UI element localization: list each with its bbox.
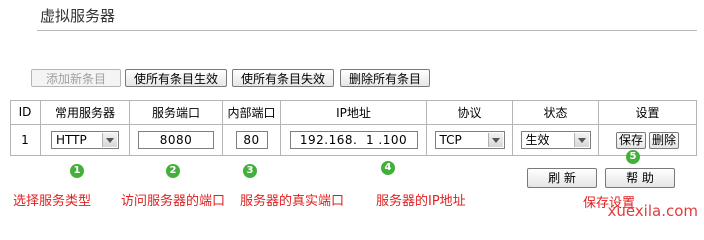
chevron-down-icon[interactable] — [487, 133, 503, 147]
row-status-cell: 生效 — [513, 125, 599, 156]
header-internal-port: 内部端口 — [223, 100, 281, 125]
annotation-service-type: 选择服务类型 — [13, 194, 92, 209]
annotation-ip-address: 服务器的IP地址 — [376, 194, 466, 209]
row-ip-cell: 192.168. 1 .100 — [281, 125, 427, 156]
protocol-select-value: TCP — [439, 133, 462, 147]
ip-address-input[interactable]: 192.168. 1 .100 — [289, 131, 418, 149]
row-internal-port-cell: 80 — [223, 125, 281, 156]
row-id-value: 1 — [21, 133, 29, 147]
page-title: 虚拟服务器 — [40, 7, 116, 25]
row-protocol-cell: TCP — [427, 125, 513, 156]
virtual-server-table: ID 常用服务器 服务端口 内部端口 IP地址 协议 状态 设置 1 HTTP … — [10, 100, 697, 156]
header-id: ID — [10, 100, 41, 125]
title-divider — [37, 30, 697, 31]
marker-3: 3 — [243, 164, 257, 178]
internal-port-input[interactable]: 80 — [235, 131, 268, 149]
row-service-port-cell: 8080 — [130, 125, 223, 156]
add-entry-button[interactable]: 添加新条目 — [31, 69, 121, 87]
marker-2: 2 — [166, 164, 180, 178]
annotation-real-port: 服务器的真实端口 — [240, 194, 345, 209]
header-ip-address: IP地址 — [281, 100, 427, 125]
header-protocol: 协议 — [427, 100, 513, 125]
service-select-value: HTTP — [56, 133, 87, 147]
save-button[interactable]: 保存 — [615, 131, 646, 149]
header-service-port: 服务端口 — [130, 100, 223, 125]
marker-5: 5 — [626, 150, 640, 164]
service-port-input[interactable]: 8080 — [138, 131, 214, 149]
chevron-down-icon[interactable] — [573, 133, 589, 147]
protocol-select[interactable]: TCP — [434, 131, 505, 149]
annotation-access-port: 访问服务器的端口 — [121, 194, 226, 209]
marker-1: 1 — [70, 164, 84, 178]
enable-all-button[interactable]: 使所有条目生效 — [125, 69, 227, 87]
status-select-value: 生效 — [525, 133, 550, 147]
marker-4: 4 — [381, 161, 395, 175]
service-select[interactable]: HTTP — [51, 131, 119, 149]
watermark: xuexila.com — [607, 202, 698, 220]
row-settings-cell: 保存 删除 — [599, 125, 697, 156]
header-common-service: 常用服务器 — [41, 100, 130, 125]
row-service-cell: HTTP — [41, 125, 130, 156]
row-id: 1 — [10, 125, 41, 156]
chevron-down-icon[interactable] — [102, 133, 117, 147]
status-select[interactable]: 生效 — [520, 131, 591, 149]
header-status: 状态 — [513, 100, 599, 125]
help-button[interactable]: 帮 助 — [605, 168, 675, 188]
refresh-button[interactable]: 刷 新 — [527, 168, 597, 188]
disable-all-button[interactable]: 使所有条目失效 — [232, 69, 334, 87]
delete-button[interactable]: 删除 — [649, 131, 680, 149]
delete-all-button[interactable]: 删除所有条目 — [340, 69, 430, 87]
header-settings: 设置 — [599, 100, 697, 125]
